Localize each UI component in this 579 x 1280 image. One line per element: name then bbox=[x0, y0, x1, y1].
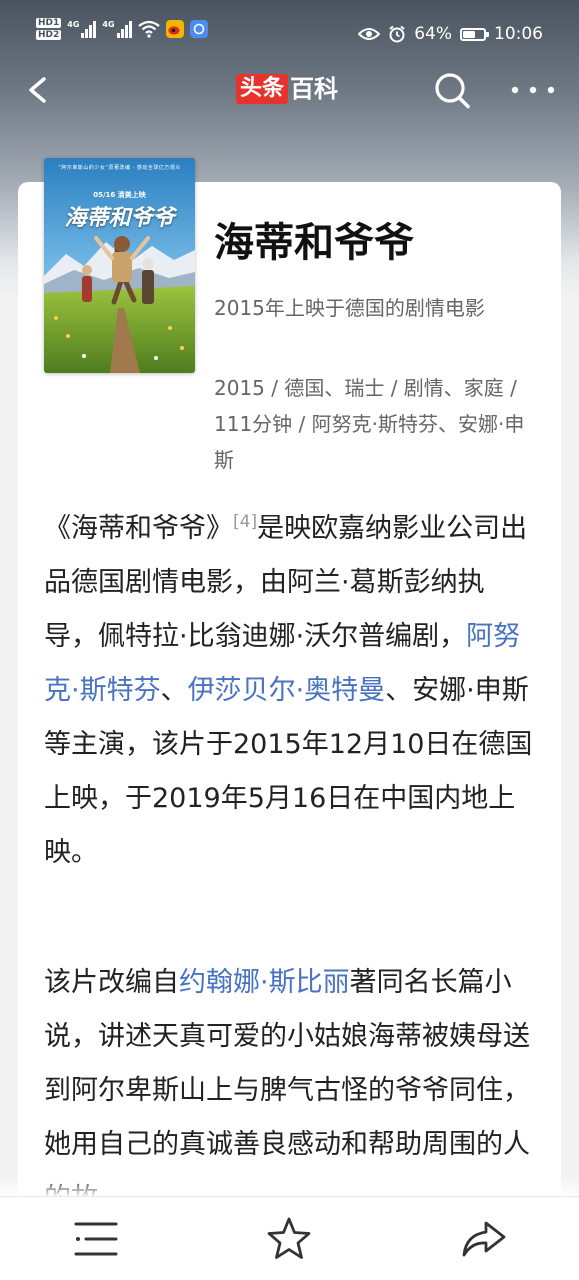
nav-bar: 头条 百科 bbox=[0, 60, 579, 120]
star-icon bbox=[267, 1217, 311, 1259]
entry-subtitle: 2015年上映于德国的剧情电影 bbox=[214, 296, 485, 320]
back-arrow-icon bbox=[29, 77, 46, 103]
logo-baike: 百科 bbox=[290, 75, 339, 103]
movie-poster[interactable]: “阿尔卑斯山的少女”原著改编 · 感动全球亿万观众 05/16 清美上映 海蒂和… bbox=[44, 158, 195, 373]
status-left: HD1 HD2 4G 4G bbox=[36, 18, 208, 40]
search-icon bbox=[435, 73, 470, 109]
battery-icon bbox=[460, 27, 489, 41]
share-icon bbox=[462, 1221, 506, 1257]
signal-icon: 4G bbox=[102, 20, 132, 38]
actor-link-isabelle-ottmann[interactable]: 伊莎贝尔·奥特曼 bbox=[188, 675, 386, 706]
favorite-button[interactable] bbox=[265, 1215, 313, 1263]
menu-button[interactable] bbox=[72, 1215, 120, 1263]
more-dots-icon bbox=[511, 86, 555, 94]
search-button[interactable] bbox=[428, 68, 476, 112]
share-button[interactable] bbox=[460, 1215, 508, 1263]
toutiao-baike-logo: 头条 百科 bbox=[236, 74, 338, 104]
citation-link[interactable]: [4] bbox=[233, 512, 257, 532]
bottom-toolbar bbox=[0, 1196, 579, 1280]
alarm-icon bbox=[389, 25, 405, 43]
clock: 10:06 bbox=[494, 24, 543, 44]
eye-icon bbox=[358, 28, 381, 40]
battery-percent: 64% bbox=[414, 24, 452, 44]
wifi-icon bbox=[137, 20, 160, 38]
screen: HD1 HD2 4G 4G 64% 10:06 头条 百科 “阿尔卑斯山的少女”… bbox=[0, 0, 579, 1280]
page-title: 海蒂和爷爷 bbox=[214, 220, 414, 266]
entry-meta: 2015 / 德国、瑞士 / 剧情、家庭 / 111分钟 / 阿努克·斯特芬、安… bbox=[214, 376, 525, 472]
author-link-johanna-spyri[interactable]: 约翰娜·斯比丽 bbox=[179, 967, 350, 998]
back-button[interactable] bbox=[20, 68, 60, 112]
signal-icon: 4G bbox=[67, 20, 97, 38]
status-right: 64% 10:06 bbox=[358, 24, 543, 44]
hd-icon: HD1 HD2 bbox=[36, 18, 62, 40]
content-fade bbox=[0, 1176, 579, 1198]
menu-list-icon bbox=[74, 1222, 118, 1256]
app-icon bbox=[189, 20, 208, 38]
poster-tagline: “阿尔卑斯山的少女”原著改编 · 感动全球亿万观众 bbox=[58, 165, 181, 171]
logo-toutiao: 头条 bbox=[236, 74, 289, 104]
poster-date: 05/16 清美上映 bbox=[93, 191, 146, 199]
more-button[interactable] bbox=[506, 68, 560, 112]
weibo-icon bbox=[165, 20, 184, 38]
poster-title: 海蒂和爷爷 bbox=[64, 205, 175, 231]
intro-paragraph: 《海蒂和爷爷》[4]是映欧嘉纳影业公司出品德国剧情电影，由阿兰·葛斯彭纳执导，佩… bbox=[44, 512, 533, 868]
